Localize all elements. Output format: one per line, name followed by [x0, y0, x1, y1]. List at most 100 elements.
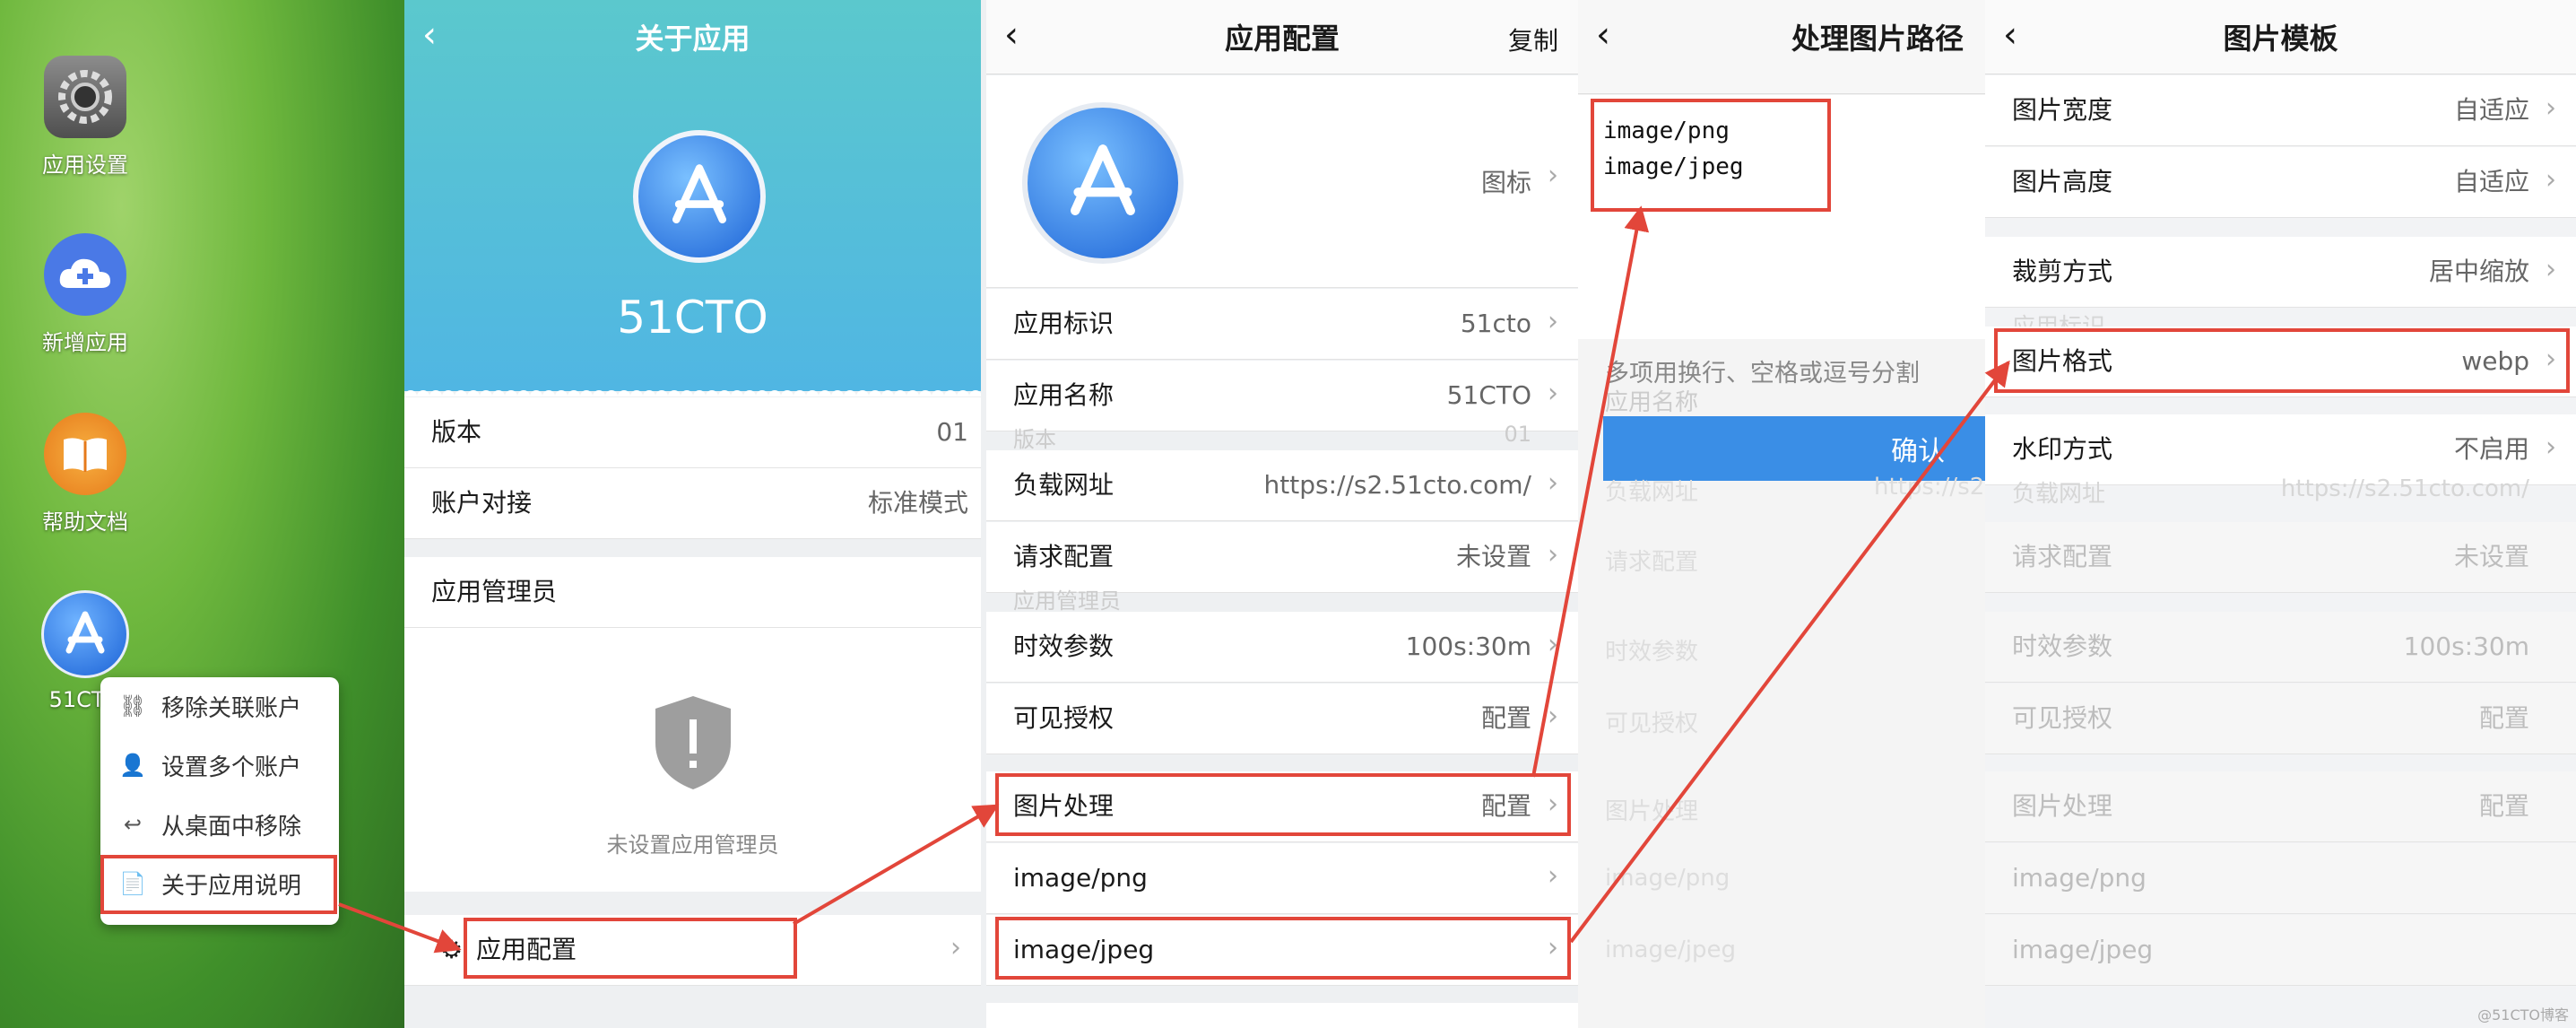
row-account-mode: 账户对接 标准模式 — [404, 468, 981, 539]
path-panel: ‹ 处理图片路径 image/png image/jpeg 多项用换行、空格或逗… — [1578, 0, 1985, 1028]
menu-item-unlink[interactable]: ⛓ 移除关联账户 — [118, 679, 334, 733]
faint-label: 负载网址 — [2012, 481, 2106, 508]
faint-label: 请求配置 — [1605, 549, 1699, 576]
row-key: 时效参数 — [2012, 632, 2113, 661]
faint-row: 时效参数 100s:30m — [1985, 612, 2576, 683]
row-key: image/jpeg — [2012, 935, 2154, 964]
faint-row: 请求配置 未设置 — [1985, 522, 2576, 593]
desktop-icon-label: 新增应用 — [42, 330, 128, 355]
row-visible-auth[interactable]: 可见授权 配置 › — [986, 684, 1578, 754]
row-value: 不启用 — [2453, 434, 2529, 464]
chevron-right-icon: › — [2546, 92, 2556, 124]
settings-icon: ⚙ — [440, 935, 464, 964]
row-key: 版本 — [431, 417, 482, 447]
template-panel: ‹ 图片模板 图片宽度自适应› 图片高度自适应› 裁剪方式居中缩放› 应用标识 … — [1985, 0, 2576, 1028]
highlight-box — [1591, 99, 1831, 212]
desktop-icon-add-app[interactable]: 新增应用 — [36, 233, 134, 356]
cloud-add-icon — [44, 233, 126, 316]
admin-empty-text: 未设置应用管理员 — [606, 832, 779, 858]
menu-item-label: 设置多个账户 — [161, 754, 302, 781]
row-key: 图片高度 — [2012, 167, 2113, 196]
user-add-icon: 👤 — [119, 753, 146, 778]
row-key: 裁剪方式 — [2012, 257, 2113, 286]
back-icon[interactable]: ‹ — [2003, 14, 2017, 56]
faint-label: 应用管理员 — [1013, 588, 1121, 614]
row-app-name[interactable]: 应用名称 51CTO › — [986, 361, 1578, 431]
row-image-width[interactable]: 图片宽度 自适应 › — [1985, 75, 2576, 146]
row-key: 应用标识 — [1013, 309, 1115, 338]
menu-item-label: 移除关联账户 — [161, 694, 302, 722]
config-panel: ‹ 应用配置 复制 图标 › 应用标识 51cto › 应用名称 51CTO › 版本 … — [986, 0, 1578, 1028]
desktop: 应用设置 新增应用 帮助文档 51CTO ⛓ 移除关联账户 👤 设置多个账户 ↩ 从桌… — [0, 0, 404, 1028]
row-crop-mode[interactable]: 裁剪方式 居中缩放 › — [1985, 237, 2576, 308]
book-icon — [44, 413, 126, 495]
gear-icon — [44, 56, 126, 138]
faint-label: https://s2. — [1874, 474, 1985, 501]
watermark-text: @51CTO博客 — [2477, 1006, 2569, 1024]
undo-icon: ↩ — [123, 812, 143, 837]
row-value: 01 — [936, 417, 968, 447]
row-value: 配置 — [2478, 791, 2529, 821]
chevron-right-icon: › — [1548, 467, 1558, 499]
highlight-box — [1994, 328, 2570, 393]
row-key: 图片宽度 — [2012, 95, 2113, 125]
chevron-right-icon: › — [2546, 164, 2556, 196]
desktop-icon-settings[interactable]: 应用设置 — [36, 56, 134, 179]
page-title: 关于应用 — [635, 22, 750, 56]
app-store-icon — [41, 590, 129, 678]
highlight-box — [995, 917, 1571, 980]
row-expiry-params[interactable]: 时效参数 100s:30m › — [986, 612, 1578, 683]
path-nav: ‹ 处理图片路径 — [1578, 0, 1985, 74]
menu-item-label: 从桌面中移除 — [161, 813, 302, 841]
row-value: 标准模式 — [867, 488, 968, 518]
icon-row-label: 图标 — [1480, 168, 1531, 197]
faint-row: image/jpeg — [1985, 915, 2576, 986]
row-key: 请求配置 — [2012, 542, 2113, 571]
chevron-right-icon: › — [2546, 254, 2556, 285]
highlight-box — [995, 773, 1571, 836]
row-image-png[interactable]: image/png › — [986, 843, 1578, 914]
back-icon[interactable]: ‹ — [422, 14, 437, 56]
row-key: image/png — [2012, 863, 2147, 893]
admin-section-header: 应用管理员 — [404, 557, 981, 628]
icon-row[interactable]: 图标 › — [986, 75, 1578, 288]
faint-label: 应用名称 — [1605, 389, 1699, 416]
row-value: 配置 — [2478, 703, 2529, 733]
faint-row: 可见授权 配置 — [1985, 684, 2576, 754]
back-icon[interactable]: ‹ — [1004, 14, 1019, 56]
row-image-height[interactable]: 图片高度 自适应 › — [1985, 147, 2576, 218]
app-store-icon — [1022, 102, 1184, 264]
desktop-icon-help[interactable]: 帮助文档 — [36, 413, 134, 536]
faint-row: 图片处理 配置 — [1985, 771, 2576, 842]
confirm-label: 确认 — [1891, 436, 1945, 467]
chevron-right-icon: › — [2546, 431, 2556, 463]
row-key: image/png — [1013, 863, 1148, 893]
faint-label: 时效参数 — [1605, 639, 1699, 666]
page-title: 应用配置 — [1224, 22, 1340, 56]
row-value: 100s:30m — [2403, 632, 2529, 661]
shield-icon — [655, 696, 731, 789]
faint-label: 负载网址 — [1605, 479, 1699, 506]
row-key: 负载网址 — [1013, 470, 1115, 500]
row-key: 应用名称 — [1013, 380, 1115, 410]
highlight-box — [464, 918, 797, 979]
row-load-url[interactable]: 负载网址 https://s2.51cto.com/ › — [986, 450, 1578, 521]
confirm-button[interactable]: 确认 — [1603, 416, 1985, 481]
section-title: 应用管理员 — [431, 577, 558, 606]
copy-button[interactable]: 复制 — [1508, 22, 1558, 57]
row-key: 请求配置 — [1013, 542, 1115, 571]
chevron-right-icon: › — [1548, 701, 1558, 732]
chevron-right-icon: › — [1548, 539, 1558, 571]
config-nav: ‹ 应用配置 复制 — [986, 0, 1578, 74]
unlink-icon: ⛓ — [118, 693, 147, 719]
row-value: 居中缩放 — [2428, 257, 2529, 286]
menu-item-multi-account[interactable]: 👤 设置多个账户 — [118, 738, 334, 792]
page-title: 图片模板 — [2223, 22, 2338, 56]
row-key: 账户对接 — [431, 488, 533, 518]
row-key: 可见授权 — [1013, 703, 1115, 733]
row-value: 51cto — [1460, 309, 1531, 338]
row-more — [986, 1003, 1578, 1028]
row-app-id[interactable]: 应用标识 51cto › — [986, 289, 1578, 360]
menu-item-remove-desktop[interactable]: ↩ 从桌面中移除 — [118, 797, 334, 851]
back-icon[interactable]: ‹ — [1596, 14, 1610, 56]
